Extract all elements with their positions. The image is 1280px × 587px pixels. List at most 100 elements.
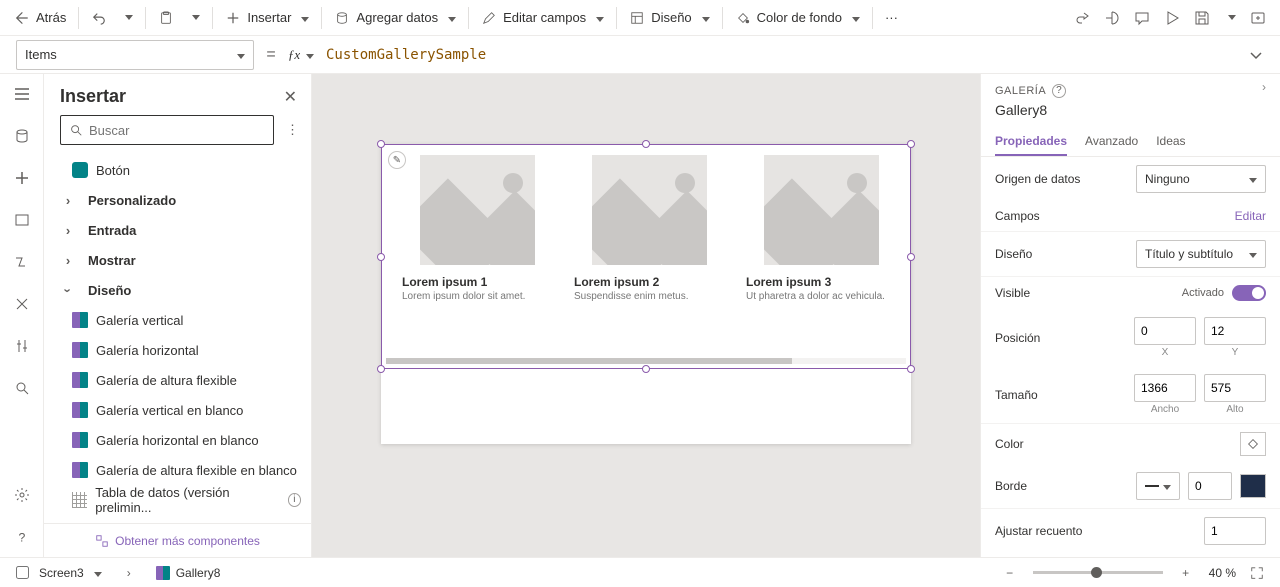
tree-item-gallery[interactable]: Galería vertical en blanco bbox=[44, 395, 311, 425]
insert-menu[interactable]: Insertar bbox=[219, 4, 315, 32]
zoom-slider[interactable] bbox=[1033, 571, 1163, 574]
position-x-input[interactable] bbox=[1134, 317, 1196, 345]
tree-cat-personalizado[interactable]: ›Personalizado bbox=[44, 185, 311, 215]
tree-view-button[interactable] bbox=[8, 80, 36, 108]
insert-rail-button[interactable] bbox=[8, 164, 36, 192]
datasource-select[interactable]: Ninguno bbox=[1136, 165, 1266, 193]
color-picker[interactable] bbox=[1240, 432, 1266, 456]
breadcrumb-control[interactable]: Gallery8 bbox=[152, 564, 225, 582]
gallery-scrollbar[interactable] bbox=[386, 358, 906, 364]
add-data-menu[interactable]: Agregar datos bbox=[328, 4, 462, 32]
canvas[interactable]: ✎ Lorem ipsum 1Lorem ipsum dolor sit ame… bbox=[312, 74, 980, 557]
chevron-down-icon bbox=[592, 10, 604, 25]
edit-fields-menu[interactable]: Editar campos bbox=[475, 4, 610, 32]
paste-button[interactable] bbox=[152, 4, 180, 32]
close-panel-button[interactable]: ✕ bbox=[284, 87, 297, 107]
tab-properties[interactable]: Propiedades bbox=[995, 128, 1067, 156]
back-button[interactable]: Atrás bbox=[8, 4, 72, 32]
fx-button[interactable]: ƒx bbox=[286, 47, 316, 63]
expand-formula-button[interactable] bbox=[1248, 47, 1280, 63]
tree-item-gallery[interactable]: Galería de altura flexible bbox=[44, 365, 311, 395]
screen-checkbox[interactable] bbox=[16, 566, 29, 579]
resize-handle[interactable] bbox=[377, 253, 385, 261]
data-button[interactable] bbox=[8, 122, 36, 150]
width-input[interactable] bbox=[1134, 374, 1196, 402]
resize-handle[interactable] bbox=[907, 140, 915, 148]
comments-button[interactable] bbox=[1128, 4, 1156, 32]
preview-button[interactable] bbox=[1158, 4, 1186, 32]
zoom-out-button[interactable]: − bbox=[1001, 566, 1019, 580]
info-icon[interactable]: ? bbox=[1052, 84, 1066, 98]
save-icon bbox=[1194, 10, 1210, 26]
formula-input[interactable]: CustomGallerySample bbox=[316, 47, 1248, 63]
gallery-control-selected[interactable]: ✎ Lorem ipsum 1Lorem ipsum dolor sit ame… bbox=[381, 144, 911, 369]
save-button[interactable] bbox=[1188, 4, 1216, 32]
border-color-picker[interactable] bbox=[1240, 474, 1266, 498]
search-input[interactable] bbox=[89, 123, 265, 138]
resize-handle[interactable] bbox=[642, 140, 650, 148]
resize-handle[interactable] bbox=[377, 365, 385, 373]
check-button[interactable] bbox=[1098, 4, 1126, 32]
variables-button[interactable] bbox=[8, 290, 36, 318]
gallery-card[interactable]: Lorem ipsum 1Lorem ipsum dolor sit amet. bbox=[402, 155, 552, 368]
get-more-components[interactable]: Obtener más componentes bbox=[44, 523, 311, 557]
chevron-down-icon bbox=[90, 566, 102, 580]
wrapcount-input[interactable] bbox=[1204, 517, 1266, 545]
zoom-in-button[interactable]: + bbox=[1177, 566, 1195, 580]
expand-props-button[interactable]: › bbox=[1262, 80, 1266, 94]
command-bar: Atrás Insertar Agregar datos Editar camp… bbox=[0, 0, 1280, 36]
undo-button[interactable] bbox=[85, 4, 113, 32]
gallery-card[interactable]: Lorem ipsum 3Ut pharetra a dolor ac vehi… bbox=[746, 155, 896, 368]
card-subtitle: Ut pharetra a dolor ac vehicula. bbox=[746, 291, 896, 302]
resize-handle[interactable] bbox=[377, 140, 385, 148]
tree-item-table[interactable]: Tabla de datos (versión prelimin...i bbox=[44, 485, 311, 515]
clipboard-icon bbox=[158, 10, 174, 26]
tree-item-gallery[interactable]: Galería vertical bbox=[44, 305, 311, 335]
share-button[interactable] bbox=[1068, 4, 1096, 32]
resize-handle[interactable] bbox=[907, 365, 915, 373]
tree-cat-diseno[interactable]: ›Diseño bbox=[44, 275, 311, 305]
advanced-tools-button[interactable] bbox=[8, 332, 36, 360]
button-icon bbox=[72, 162, 88, 178]
resize-handle[interactable] bbox=[907, 253, 915, 261]
tree-cat-mostrar[interactable]: ›Mostrar bbox=[44, 245, 311, 275]
resize-handle[interactable] bbox=[642, 365, 650, 373]
position-y-input[interactable] bbox=[1204, 317, 1266, 345]
border-width-input[interactable] bbox=[1188, 472, 1232, 500]
flows-button[interactable] bbox=[8, 248, 36, 276]
publish-button[interactable] bbox=[1244, 4, 1272, 32]
tab-advanced[interactable]: Avanzado bbox=[1085, 128, 1138, 156]
tab-ideas[interactable]: Ideas bbox=[1156, 128, 1185, 156]
layout-menu[interactable]: Diseño bbox=[623, 4, 715, 32]
overflow-menu[interactable]: ··· bbox=[879, 4, 904, 32]
sublabel: Ancho bbox=[1151, 404, 1179, 415]
settings-button[interactable] bbox=[8, 481, 36, 509]
tree-item-gallery[interactable]: Galería horizontal en blanco bbox=[44, 425, 311, 455]
breadcrumb-screen[interactable]: Screen3 bbox=[12, 564, 106, 582]
edit-fields-link[interactable]: Editar bbox=[1235, 209, 1266, 223]
paste-menu[interactable] bbox=[182, 4, 206, 32]
separator bbox=[145, 7, 146, 29]
search-more-button[interactable]: ⋮ bbox=[282, 118, 303, 142]
tree-item-boton[interactable]: Botón bbox=[44, 155, 311, 185]
screen[interactable]: ✎ Lorem ipsum 1Lorem ipsum dolor sit ame… bbox=[381, 144, 911, 444]
help-button[interactable]: ? bbox=[8, 523, 36, 551]
gallery-card[interactable]: Lorem ipsum 2Suspendisse enim metus. bbox=[574, 155, 724, 368]
property-selector[interactable]: Items bbox=[16, 40, 254, 70]
height-input[interactable] bbox=[1204, 374, 1266, 402]
insert-panel: Insertar ✕ ⋮ Botón ›Personalizado ›Entra… bbox=[44, 74, 312, 557]
save-menu[interactable] bbox=[1218, 4, 1242, 32]
layout-select[interactable]: Título y subtítulo bbox=[1136, 240, 1266, 268]
media-button[interactable] bbox=[8, 206, 36, 234]
search-box[interactable] bbox=[60, 115, 274, 145]
fit-to-window-button[interactable] bbox=[1250, 566, 1268, 580]
border-style-select[interactable] bbox=[1136, 472, 1180, 500]
undo-menu[interactable] bbox=[115, 4, 139, 32]
edit-pencil-button[interactable]: ✎ bbox=[388, 151, 406, 169]
visible-toggle[interactable] bbox=[1232, 285, 1266, 301]
tree-item-gallery[interactable]: Galería de altura flexible en blanco bbox=[44, 455, 311, 485]
bgcolor-menu[interactable]: Color de fondo bbox=[729, 4, 866, 32]
tree-item-gallery[interactable]: Galería horizontal bbox=[44, 335, 311, 365]
search-button[interactable] bbox=[8, 374, 36, 402]
tree-cat-entrada[interactable]: ›Entrada bbox=[44, 215, 311, 245]
